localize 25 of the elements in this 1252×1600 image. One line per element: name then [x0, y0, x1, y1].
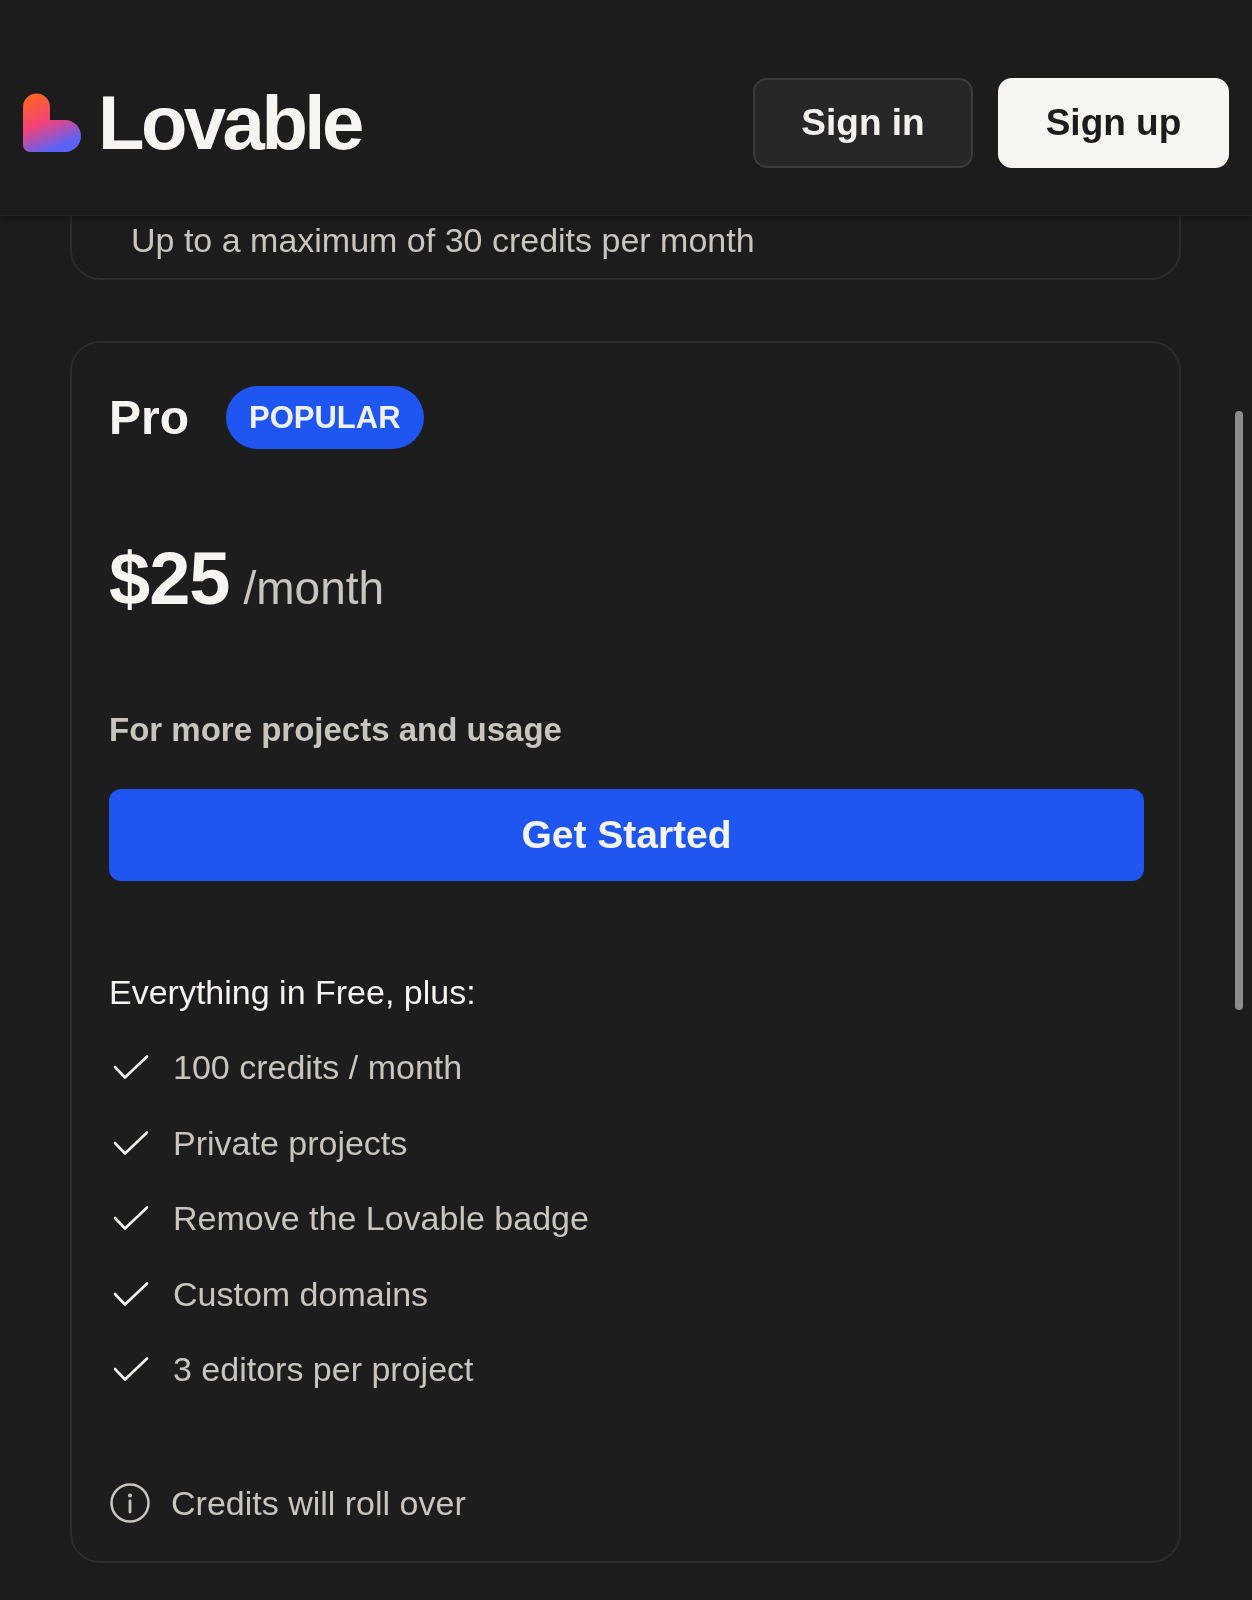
- info-icon: [110, 1483, 150, 1523]
- sign-up-button[interactable]: Sign up: [998, 77, 1229, 168]
- feature-text: 100 credits / month: [173, 1047, 463, 1087]
- feature-text: 3 editors per project: [173, 1349, 474, 1389]
- heart-logo-icon: [22, 92, 82, 153]
- check-icon: [113, 1205, 149, 1231]
- sign-in-button[interactable]: Sign in: [753, 77, 973, 168]
- plan-note-text: Up to a maximum of 30 credits per month: [131, 220, 756, 260]
- feature-text: Remove the Lovable badge: [173, 1198, 589, 1238]
- feature-text: Private projects: [173, 1122, 408, 1163]
- feature-text: Custom domains: [173, 1273, 429, 1314]
- scrollbar-thumb[interactable]: [1235, 411, 1243, 1010]
- popular-badge: POPULAR: [226, 386, 424, 449]
- check-icon: [113, 1054, 149, 1080]
- plan-description: For more projects and usage: [109, 710, 563, 750]
- period-text: /month: [243, 565, 385, 611]
- get-started-button[interactable]: Get Started: [109, 789, 1144, 881]
- check-icon: [113, 1129, 149, 1156]
- logo-wordmark[interactable]: Lovable: [98, 84, 361, 161]
- features-heading: Everything in Free, plus:: [109, 972, 477, 1012]
- check-icon: [113, 1356, 149, 1382]
- check-icon: [113, 1280, 149, 1307]
- note-text: Credits will roll over: [171, 1483, 466, 1523]
- plan-name: Pro: [109, 393, 189, 442]
- price-text: $25: [109, 542, 230, 616]
